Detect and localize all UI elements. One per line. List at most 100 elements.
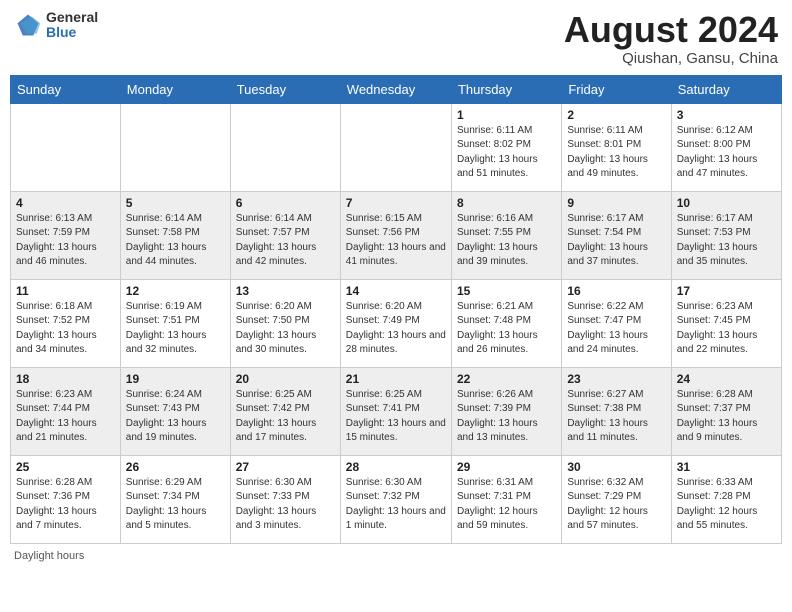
calendar-cell: 20 Sunrise: 6:25 AM Sunset: 7:42 PM Dayli…	[230, 367, 340, 455]
day-info: Sunrise: 6:25 AM Sunset: 7:41 PM Dayligh…	[346, 388, 446, 446]
day-info: Sunrise: 6:31 AM Sunset: 7:31 PM Dayligh…	[457, 476, 556, 534]
day-number: 18	[16, 372, 115, 386]
day-number: 27	[236, 460, 335, 474]
day-info: Sunrise: 6:13 AM Sunset: 7:59 PM Dayligh…	[16, 212, 115, 270]
day-number: 10	[677, 196, 776, 210]
day-info: Sunrise: 6:11 AM Sunset: 8:01 PM Dayligh…	[567, 124, 665, 182]
day-number: 8	[457, 196, 556, 210]
calendar-cell: 28 Sunrise: 6:30 AM Sunset: 7:32 PM Dayli…	[340, 455, 451, 543]
day-info: Sunrise: 6:30 AM Sunset: 7:33 PM Dayligh…	[236, 476, 335, 534]
logo-general: General	[46, 10, 98, 25]
day-info: Sunrise: 6:28 AM Sunset: 7:36 PM Dayligh…	[16, 476, 115, 534]
day-info: Sunrise: 6:22 AM Sunset: 7:47 PM Dayligh…	[567, 300, 665, 358]
day-info: Sunrise: 6:23 AM Sunset: 7:45 PM Dayligh…	[677, 300, 776, 358]
calendar-cell: 31Sunrise: 6:33 AM Sunset: 7:28 PM Dayli…	[671, 455, 781, 543]
calendar-cell	[11, 103, 121, 191]
day-number: 16	[567, 284, 665, 298]
day-number: 23	[567, 372, 665, 386]
calendar-week-row: 18 Sunrise: 6:23 AM Sunset: 7:44 PM Dayli…	[11, 367, 782, 455]
calendar-cell: 2 Sunrise: 6:11 AM Sunset: 8:01 PM Daylig…	[562, 103, 671, 191]
day-info: Sunrise: 6:20 AM Sunset: 7:50 PM Dayligh…	[236, 300, 335, 358]
day-info: Sunrise: 6:18 AM Sunset: 7:52 PM Dayligh…	[16, 300, 115, 358]
day-info: Sunrise: 6:24 AM Sunset: 7:43 PM Dayligh…	[126, 388, 225, 446]
calendar-week-row: 11 Sunrise: 6:18 AM Sunset: 7:52 PM Dayli…	[11, 279, 782, 367]
calendar-day-header: Monday	[120, 75, 230, 103]
calendar-cell: 26 Sunrise: 6:29 AM Sunset: 7:34 PM Dayli…	[120, 455, 230, 543]
day-info: Sunrise: 6:30 AM Sunset: 7:32 PM Dayligh…	[346, 476, 446, 534]
day-number: 5	[126, 196, 225, 210]
day-number: 19	[126, 372, 225, 386]
day-number: 9	[567, 196, 665, 210]
day-info: Sunrise: 6:32 AM Sunset: 7:29 PM Dayligh…	[567, 476, 665, 534]
day-number: 26	[126, 460, 225, 474]
calendar-cell: 13 Sunrise: 6:20 AM Sunset: 7:50 PM Dayli…	[230, 279, 340, 367]
day-info: Sunrise: 6:27 AM Sunset: 7:38 PM Dayligh…	[567, 388, 665, 446]
calendar-cell: 1 Sunrise: 6:11 AM Sunset: 8:02 PM Daylig…	[451, 103, 561, 191]
day-number: 31	[677, 460, 776, 474]
calendar-week-row: 25 Sunrise: 6:28 AM Sunset: 7:36 PM Dayli…	[11, 455, 782, 543]
calendar-cell: 30 Sunrise: 6:32 AM Sunset: 7:29 PM Dayli…	[562, 455, 671, 543]
day-number: 14	[346, 284, 446, 298]
day-number: 12	[126, 284, 225, 298]
calendar-cell: 4 Sunrise: 6:13 AM Sunset: 7:59 PM Daylig…	[11, 191, 121, 279]
calendar-cell: 11 Sunrise: 6:18 AM Sunset: 7:52 PM Dayli…	[11, 279, 121, 367]
day-info: Sunrise: 6:23 AM Sunset: 7:44 PM Dayligh…	[16, 388, 115, 446]
location-subtitle: Qiushan, Gansu, China	[564, 50, 778, 67]
day-number: 13	[236, 284, 335, 298]
calendar-cell: 27 Sunrise: 6:30 AM Sunset: 7:33 PM Dayli…	[230, 455, 340, 543]
calendar-table: SundayMondayTuesdayWednesdayThursdayFrid…	[10, 75, 782, 544]
day-number: 30	[567, 460, 665, 474]
calendar-day-header: Saturday	[671, 75, 781, 103]
day-number: 11	[16, 284, 115, 298]
calendar-week-row: 1 Sunrise: 6:11 AM Sunset: 8:02 PM Daylig…	[11, 103, 782, 191]
calendar-cell: 19 Sunrise: 6:24 AM Sunset: 7:43 PM Dayli…	[120, 367, 230, 455]
day-info: Sunrise: 6:12 AM Sunset: 8:00 PM Dayligh…	[677, 124, 776, 182]
day-info: Sunrise: 6:25 AM Sunset: 7:42 PM Dayligh…	[236, 388, 335, 446]
calendar-cell: 3 Sunrise: 6:12 AM Sunset: 8:00 PM Daylig…	[671, 103, 781, 191]
day-number: 1	[457, 108, 556, 122]
calendar-cell: 5Sunrise: 6:14 AM Sunset: 7:58 PM Daylig…	[120, 191, 230, 279]
calendar-cell: 6Sunrise: 6:14 AM Sunset: 7:57 PM Daylig…	[230, 191, 340, 279]
day-info: Sunrise: 6:16 AM Sunset: 7:55 PM Dayligh…	[457, 212, 556, 270]
day-info: Sunrise: 6:29 AM Sunset: 7:34 PM Dayligh…	[126, 476, 225, 534]
page-header: General Blue August 2024 Qiushan, Gansu,…	[10, 10, 782, 67]
day-number: 7	[346, 196, 446, 210]
calendar-cell: 7 Sunrise: 6:15 AM Sunset: 7:56 PM Daylig…	[340, 191, 451, 279]
calendar-cell: 21 Sunrise: 6:25 AM Sunset: 7:41 PM Dayli…	[340, 367, 451, 455]
calendar-cell: 25 Sunrise: 6:28 AM Sunset: 7:36 PM Dayli…	[11, 455, 121, 543]
calendar-cell	[340, 103, 451, 191]
day-info: Sunrise: 6:26 AM Sunset: 7:39 PM Dayligh…	[457, 388, 556, 446]
footer: Daylight hours	[10, 550, 782, 562]
day-info: Sunrise: 6:14 AM Sunset: 7:57 PM Dayligh…	[236, 212, 335, 270]
day-number: 2	[567, 108, 665, 122]
day-info: Sunrise: 6:19 AM Sunset: 7:51 PM Dayligh…	[126, 300, 225, 358]
day-info: Sunrise: 6:15 AM Sunset: 7:56 PM Dayligh…	[346, 212, 446, 270]
day-info: Sunrise: 6:11 AM Sunset: 8:02 PM Dayligh…	[457, 124, 556, 182]
day-number: 20	[236, 372, 335, 386]
day-number: 28	[346, 460, 446, 474]
day-number: 21	[346, 372, 446, 386]
calendar-cell: 16 Sunrise: 6:22 AM Sunset: 7:47 PM Dayli…	[562, 279, 671, 367]
calendar-cell: 12 Sunrise: 6:19 AM Sunset: 7:51 PM Dayli…	[120, 279, 230, 367]
calendar-cell: 22 Sunrise: 6:26 AM Sunset: 7:39 PM Dayli…	[451, 367, 561, 455]
logo: General Blue	[14, 10, 98, 41]
calendar-cell: 9 Sunrise: 6:17 AM Sunset: 7:54 PM Daylig…	[562, 191, 671, 279]
calendar-cell: 24Sunrise: 6:28 AM Sunset: 7:37 PM Dayli…	[671, 367, 781, 455]
calendar-cell: 15 Sunrise: 6:21 AM Sunset: 7:48 PM Dayli…	[451, 279, 561, 367]
day-number: 15	[457, 284, 556, 298]
calendar-cell: 17Sunrise: 6:23 AM Sunset: 7:45 PM Dayli…	[671, 279, 781, 367]
day-info: Sunrise: 6:17 AM Sunset: 7:54 PM Dayligh…	[567, 212, 665, 270]
day-number: 4	[16, 196, 115, 210]
logo-blue: Blue	[46, 25, 98, 40]
calendar-week-row: 4 Sunrise: 6:13 AM Sunset: 7:59 PM Daylig…	[11, 191, 782, 279]
day-info: Sunrise: 6:20 AM Sunset: 7:49 PM Dayligh…	[346, 300, 446, 358]
daylight-label: Daylight hours	[14, 550, 84, 562]
day-info: Sunrise: 6:21 AM Sunset: 7:48 PM Dayligh…	[457, 300, 556, 358]
day-number: 3	[677, 108, 776, 122]
day-number: 25	[16, 460, 115, 474]
calendar-cell: 14 Sunrise: 6:20 AM Sunset: 7:49 PM Dayli…	[340, 279, 451, 367]
day-number: 22	[457, 372, 556, 386]
calendar-cell: 23 Sunrise: 6:27 AM Sunset: 7:38 PM Dayli…	[562, 367, 671, 455]
day-info: Sunrise: 6:28 AM Sunset: 7:37 PM Dayligh…	[677, 388, 776, 446]
month-year-title: August 2024	[564, 10, 778, 50]
